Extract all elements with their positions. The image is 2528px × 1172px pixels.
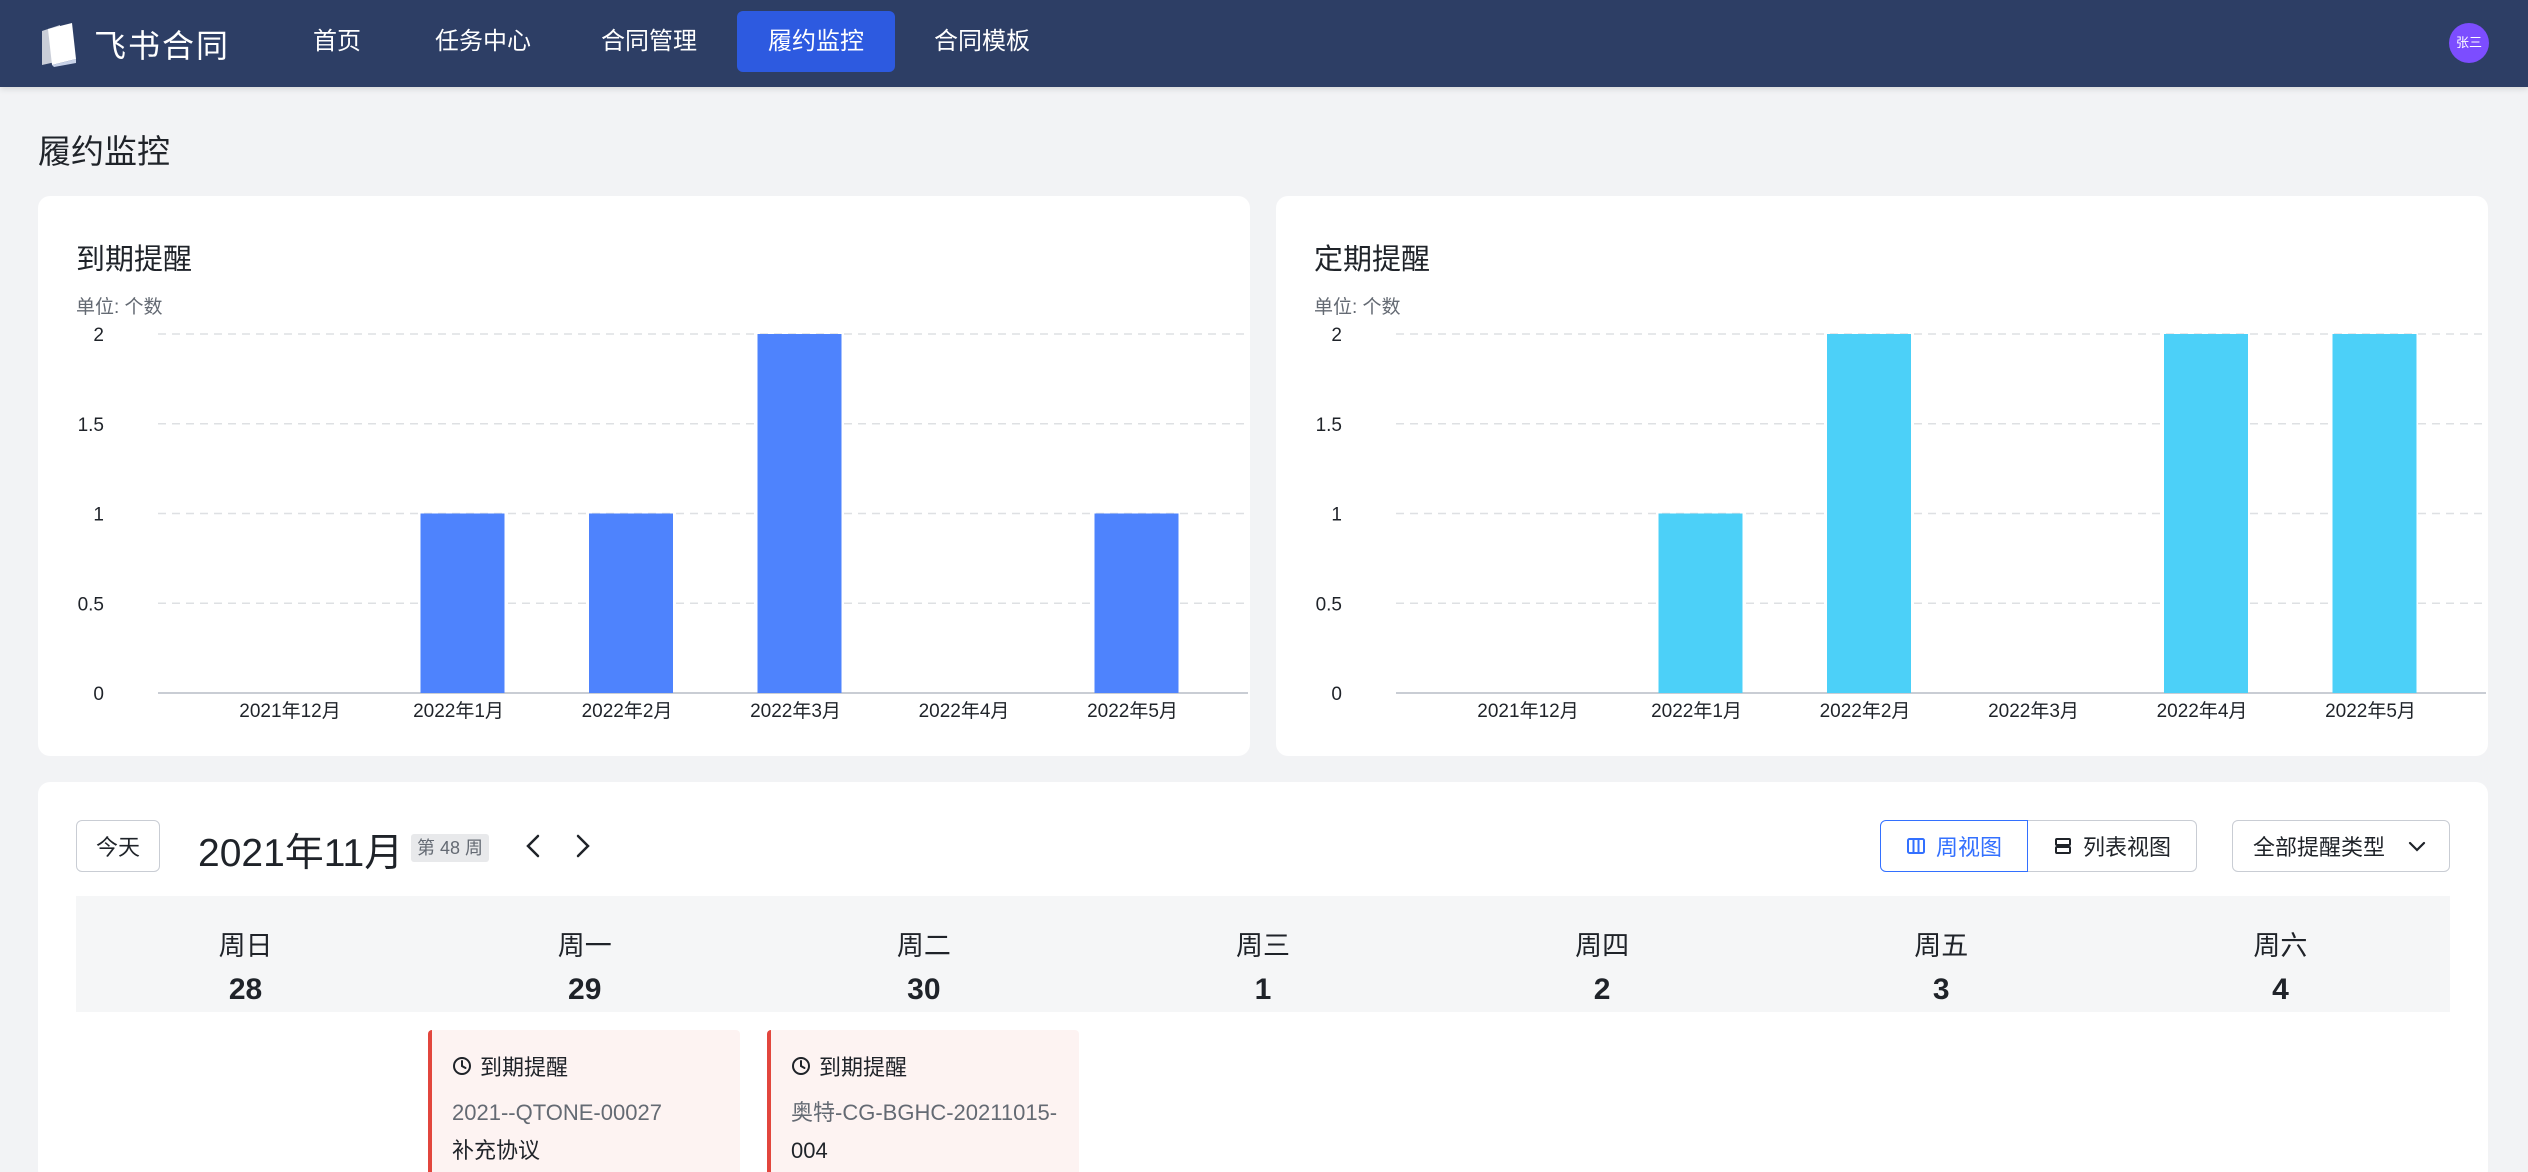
y-tick-label: 2 bbox=[93, 325, 104, 346]
day-column-header: 周日 28 bbox=[76, 896, 415, 1012]
book-logo-icon bbox=[42, 23, 76, 67]
y-tick-label: 0 bbox=[93, 684, 104, 705]
event-type: 到期提醒 bbox=[452, 1050, 740, 1082]
x-tick-label: 2022年1月 bbox=[413, 700, 504, 722]
app-logo[interactable]: 飞书合同 bbox=[38, 16, 230, 72]
periodic-reminder-bar-chart: 0 0.5 1 1.5 2 2021年12月 2022年1月 2022年2月 2022年3月 20… bbox=[1316, 325, 2486, 722]
nav-item-task-center[interactable]: 任务中心 bbox=[404, 11, 562, 72]
bar bbox=[420, 513, 505, 693]
day-name: 周二 bbox=[896, 931, 951, 961]
event-type-label: 到期提醒 bbox=[819, 1055, 908, 1080]
x-tick-label: 2022年3月 bbox=[1988, 700, 2079, 722]
day-column-header: 周五 3 bbox=[1772, 896, 2111, 1012]
calendar-event-card[interactable]: 到期提醒 奥特-CG-BGHC-20211015- 004 bbox=[767, 1030, 1079, 1172]
today-button[interactable]: 今天 bbox=[76, 820, 160, 872]
page-title: 履约监控 bbox=[38, 133, 170, 170]
list-view-label: 列表视图 bbox=[2083, 835, 2172, 860]
x-tick-label: 2022年5月 bbox=[2325, 700, 2416, 722]
list-view-button[interactable]: 列表视图 bbox=[2028, 820, 2198, 872]
day-number: 1 bbox=[1254, 973, 1272, 1006]
app-name: 飞书合同 bbox=[94, 28, 231, 64]
y-tick-label: 0 bbox=[1331, 684, 1342, 705]
bar bbox=[1658, 513, 1743, 693]
clock-icon bbox=[453, 1057, 471, 1075]
day-name: 周日 bbox=[218, 931, 273, 961]
chevron-down-icon bbox=[2408, 841, 2426, 852]
bar bbox=[2164, 334, 2248, 693]
y-tick-label: 1 bbox=[1331, 505, 1342, 526]
day-number: 4 bbox=[2272, 973, 2289, 1006]
event-contract-number-cont: 004 bbox=[791, 1138, 828, 1163]
nav-item-home[interactable]: 首页 bbox=[282, 11, 392, 72]
y-tick-label: 1.5 bbox=[78, 415, 104, 436]
x-tick-label: 2022年4月 bbox=[2157, 700, 2248, 722]
x-tick-label: 2022年2月 bbox=[582, 700, 673, 722]
y-tick-label: 2 bbox=[1331, 325, 1342, 346]
expiry-reminder-chart-card: 到期提醒 单位: 个数 0 0.5 1 1.5 2 2021年12月 2022年1月 2022… bbox=[38, 196, 1250, 756]
nav-item-contract-templates[interactable]: 合同模板 bbox=[903, 11, 1061, 72]
calendar-card: 今天 2021年11月 第 48 周 周视图 列表视图 全部提醒类型 周日 28… bbox=[38, 782, 2488, 1172]
nav-item-performance-monitoring[interactable]: 履约监控 bbox=[737, 11, 895, 72]
event-type-label: 到期提醒 bbox=[480, 1055, 569, 1080]
day-name: 周六 bbox=[2253, 931, 2308, 961]
event-type: 到期提醒 bbox=[791, 1050, 1079, 1082]
day-column-header: 周四 2 bbox=[1433, 896, 1772, 1012]
event-contract-name: 补充协议 bbox=[452, 1138, 541, 1163]
x-tick-label: 2021年12月 bbox=[1477, 700, 1578, 722]
day-column-header: 周三 1 bbox=[1093, 896, 1432, 1012]
x-tick-label: 2022年2月 bbox=[1820, 700, 1911, 722]
bar bbox=[589, 513, 673, 693]
list-icon bbox=[2055, 838, 2072, 854]
calendar-month-title: 2021年11月 bbox=[198, 832, 404, 875]
chevron-left-icon[interactable] bbox=[514, 826, 554, 866]
user-avatar[interactable]: 张三 bbox=[2449, 23, 2489, 63]
x-tick-label: 2021年12月 bbox=[239, 700, 340, 722]
day-number: 28 bbox=[228, 973, 263, 1006]
week-number-tag: 第 48 周 bbox=[411, 834, 490, 862]
day-number: 3 bbox=[1932, 973, 1950, 1006]
view-toggle: 周视图 列表视图 bbox=[1880, 820, 2198, 872]
day-column-header: 周二 30 bbox=[754, 896, 1093, 1012]
day-name: 周一 bbox=[557, 931, 612, 961]
week-header: 周日 28 周一 29 周二 30 周三 1 周四 2 周五 3 周六 4 bbox=[76, 896, 2450, 1012]
event-contract-number: 奥特-CG-BGHC-20211015- bbox=[791, 1100, 1058, 1125]
x-tick-label: 2022年4月 bbox=[919, 700, 1010, 722]
bar bbox=[1827, 334, 1911, 693]
clock-icon bbox=[792, 1057, 810, 1075]
day-name: 周五 bbox=[1914, 931, 1969, 961]
day-number: 2 bbox=[1593, 973, 1611, 1006]
reminder-type-select[interactable]: 全部提醒类型 bbox=[2232, 820, 2450, 872]
chevron-right-icon[interactable] bbox=[562, 826, 602, 866]
calendar-event-card[interactable]: 到期提醒 2021--QTONE-00027 补充协议 bbox=[428, 1030, 740, 1172]
y-tick-label: 1 bbox=[93, 505, 104, 526]
y-tick-label: 0.5 bbox=[78, 594, 104, 615]
top-navigation-bar: 飞书合同 首页 任务中心 合同管理 履约监控 合同模板 张三 bbox=[0, 0, 2528, 87]
reminder-type-select-value: 全部提醒类型 bbox=[2253, 835, 2386, 860]
bar bbox=[757, 334, 842, 693]
day-number: 30 bbox=[907, 973, 941, 1006]
event-contract-number: 2021--QTONE-00027 bbox=[452, 1100, 662, 1125]
y-tick-label: 1.5 bbox=[1316, 415, 1342, 436]
nav-item-contract-management[interactable]: 合同管理 bbox=[570, 11, 728, 72]
expiry-reminder-bar-chart: 0 0.5 1 1.5 2 2021年12月 2022年1月 2022年2月 2022年3月 20… bbox=[78, 325, 1248, 722]
bar bbox=[2332, 334, 2417, 693]
day-column-header: 周六 4 bbox=[2111, 896, 2450, 1012]
columns-icon bbox=[1907, 838, 1925, 854]
x-tick-label: 2022年3月 bbox=[750, 700, 841, 722]
week-view-button[interactable]: 周视图 bbox=[1880, 820, 2029, 872]
y-tick-label: 0.5 bbox=[1316, 594, 1342, 615]
day-column-header: 周一 29 bbox=[415, 896, 754, 1012]
periodic-reminder-chart-card: 定期提醒 单位: 个数 0 0.5 1 1.5 2 2021年12月 2022年1月 2022… bbox=[1276, 196, 2488, 756]
bar bbox=[1094, 513, 1179, 693]
x-tick-label: 2022年5月 bbox=[1087, 700, 1178, 722]
day-name: 周三 bbox=[1235, 931, 1290, 961]
day-number: 29 bbox=[568, 973, 602, 1006]
week-view-label: 周视图 bbox=[1936, 835, 2003, 860]
x-tick-label: 2022年1月 bbox=[1651, 700, 1742, 722]
day-name: 周四 bbox=[1575, 931, 1630, 961]
